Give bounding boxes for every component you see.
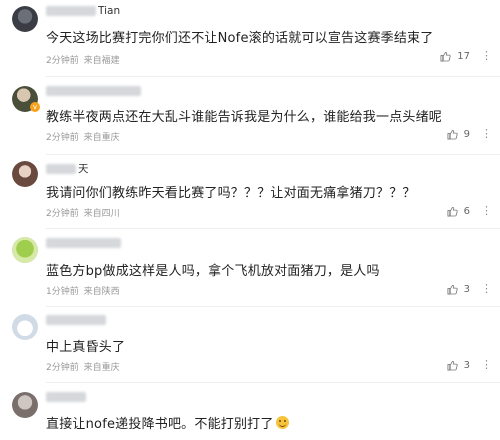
thumbs-up-icon: [440, 51, 451, 62]
divider: [46, 382, 500, 383]
blurred-name: [46, 6, 96, 16]
like-button[interactable]: 3: [447, 360, 470, 371]
username[interactable]: [46, 237, 123, 249]
username[interactable]: 天: [46, 161, 89, 176]
divider: [46, 228, 500, 229]
like-button[interactable]: 3: [447, 284, 470, 295]
like-count: 3: [463, 284, 470, 295]
blurred-name: [46, 164, 76, 174]
username[interactable]: [46, 314, 108, 326]
divider: [46, 154, 500, 155]
comment-text: 我请问你们教练昨天看比赛了吗？？？让对面无痛拿猪刀？？？: [46, 186, 416, 201]
comment-time: 2分钟前: [46, 363, 79, 373]
user-avatar[interactable]: [12, 392, 38, 418]
comment-text: 蓝色方bp做成这样是人吗，拿个飞机放对面猪刀，是人吗: [46, 264, 380, 279]
like-count: 3: [463, 360, 470, 371]
like-button[interactable]: 9: [447, 129, 470, 140]
comment-text: 直接让nofe递投降书吧。不能打别打了: [46, 413, 289, 432]
comment-text: 今天这场比赛打完你们还不让Nofe滚的话就可以宣告这赛季结束了: [46, 31, 434, 46]
comment-location: 来自四川: [83, 209, 120, 219]
divider: [46, 306, 500, 307]
comment-time: 1分钟前: [46, 287, 79, 297]
comment-location: 来自重庆: [83, 133, 120, 143]
like-count: 17: [457, 51, 470, 62]
comment-location: 来自重庆: [83, 363, 120, 373]
username[interactable]: Tian: [46, 5, 120, 17]
blurred-name: [46, 392, 86, 402]
comment-meta: 1分钟前 来自陕西: [46, 284, 120, 297]
more-options-icon[interactable]: ⋮: [481, 204, 492, 217]
comment-text: 教练半夜两点还在大乱斗谁能告诉我是为什么，谁能给我一点头绪呢: [46, 110, 443, 125]
user-avatar[interactable]: [12, 161, 38, 187]
more-options-icon[interactable]: ⋮: [481, 127, 492, 140]
divider: [46, 76, 500, 77]
comment-meta: 2分钟前 来自重庆: [46, 360, 120, 373]
comment-meta: 2分钟前 来自重庆: [46, 130, 120, 143]
comment-time: 2分钟前: [46, 133, 79, 143]
more-options-icon[interactable]: ⋮: [481, 358, 492, 371]
comment-location: 来自陕西: [83, 287, 120, 297]
comment-time: 2分钟前: [46, 56, 79, 66]
blurred-name: [46, 86, 141, 96]
comment-location: 来自福建: [83, 56, 120, 66]
more-options-icon[interactable]: ⋮: [481, 49, 492, 62]
more-options-icon[interactable]: ⋮: [481, 282, 492, 295]
comment-time: 2分钟前: [46, 209, 79, 219]
thumbs-up-icon: [447, 360, 458, 371]
like-count: 6: [463, 206, 470, 217]
user-avatar[interactable]: [12, 314, 38, 340]
username[interactable]: [46, 85, 143, 97]
verified-badge-icon: v: [30, 102, 40, 112]
user-avatar[interactable]: [12, 6, 38, 32]
username[interactable]: [46, 391, 88, 403]
user-avatar[interactable]: [12, 237, 38, 263]
comment-text: 中上真昏头了: [46, 340, 126, 355]
thumbs-up-icon: [447, 129, 458, 140]
like-button[interactable]: 6: [447, 206, 470, 217]
comment-meta: 2分钟前 来自福建: [46, 53, 120, 66]
like-count: 9: [463, 129, 470, 140]
blurred-name: [46, 315, 106, 325]
smile-emoji-icon: [275, 416, 289, 429]
like-button[interactable]: 17: [440, 51, 470, 62]
blurred-name: [46, 238, 121, 248]
comment-meta: 2分钟前 来自四川: [46, 206, 120, 219]
thumbs-up-icon: [447, 206, 458, 217]
thumbs-up-icon: [447, 284, 458, 295]
